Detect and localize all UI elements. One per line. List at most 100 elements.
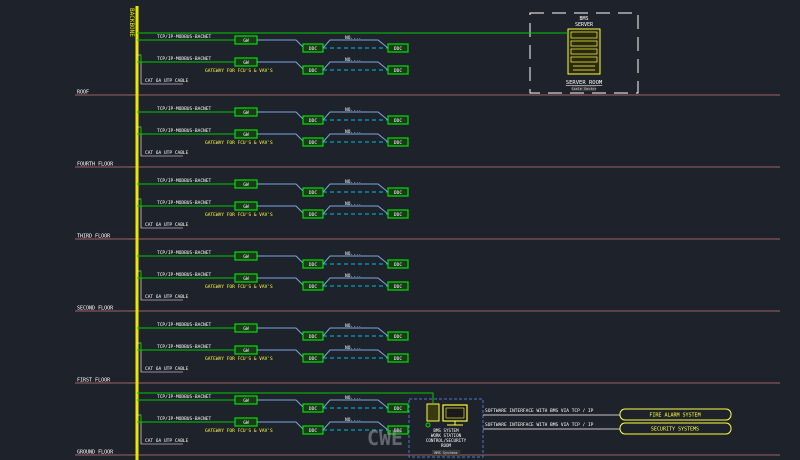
cable-label: CAT 6A UTP CABLE <box>145 78 189 84</box>
cable-label: CAT 6A UTP CABLE <box>145 150 189 156</box>
ddc-device-b: DDC <box>387 353 409 363</box>
ddc-device-a: DDC <box>302 425 324 435</box>
ddc-device-a-label: DDC <box>309 262 317 268</box>
server-title-line2: SERVER <box>575 22 594 28</box>
ddc-device-a-label: DDC <box>309 190 317 196</box>
gateway-device-label: GW <box>243 254 249 260</box>
ddc-device-a: DDC <box>302 43 324 53</box>
ddc-count-label: NO.... <box>345 57 361 63</box>
ddc-device-b: DDC <box>387 187 409 197</box>
ddc-device-a-label: DDC <box>309 46 317 52</box>
tcp-label: TCP/IP-MODBUS-BACNET <box>157 34 211 40</box>
workstation-line-4: ROOM <box>441 443 452 448</box>
gateway-device: GW <box>234 129 258 139</box>
gateway-device: GW <box>234 107 258 117</box>
tcp-label: TCP/IP-MODBUS-BACNET <box>157 128 211 134</box>
gateway-label: GATEWAY FOR FCU'S & VAV'S <box>205 428 273 434</box>
ddc-count-label: NO.... <box>345 395 361 401</box>
server-room-tag: Scale Sector <box>571 87 596 91</box>
ddc-device-a: DDC <box>302 137 324 147</box>
gateway-device: GW <box>234 201 258 211</box>
gateway-device: GW <box>234 179 258 189</box>
interface-label-1: SOFTWARE INTERFACE WITH BMS VIA TCP / IP <box>485 408 594 414</box>
gateway-device-label: GW <box>243 110 249 116</box>
ddc-device-b-label: DDC <box>394 406 402 412</box>
gateway-label: GATEWAY FOR FCU'S & VAV'S <box>205 68 273 74</box>
tcp-label: TCP/IP-MODBUS-BACNET <box>157 200 211 206</box>
gateway-device: GW <box>234 251 258 261</box>
ddc-count-label: NO.... <box>345 201 361 207</box>
gateway-device-label: GW <box>243 348 249 354</box>
ddc-device-a: DDC <box>302 115 324 125</box>
cable-label: CAT 6A UTP CABLE <box>145 294 189 300</box>
ddc-device-b-label: DDC <box>394 46 402 52</box>
tcp-label: TCP/IP-MODBUS-BACNET <box>157 344 211 350</box>
floor-label: THIRD FLOOR <box>77 234 111 240</box>
tcp-label: TCP/IP-MODBUS-BACNET <box>157 272 211 278</box>
gateway-device: GW <box>234 345 258 355</box>
tcp-label: TCP/IP-MODBUS-BACNET <box>157 178 211 184</box>
gateway-device: GW <box>234 395 258 405</box>
ddc-count-label: NO.... <box>345 273 361 279</box>
ddc-device-b: DDC <box>387 403 409 413</box>
ddc-device-b-label: DDC <box>394 118 402 124</box>
ddc-count-label: NO.... <box>345 107 361 113</box>
ddc-device-a: DDC <box>302 331 324 341</box>
ddc-device-b: DDC <box>387 115 409 125</box>
cable-label: CAT 6A UTP CABLE <box>145 366 189 372</box>
gateway-device-label: GW <box>243 182 249 188</box>
ddc-device-a: DDC <box>302 281 324 291</box>
ddc-device-a: DDC <box>302 403 324 413</box>
ddc-device-b: DDC <box>387 331 409 341</box>
ddc-device-b-label: DDC <box>394 190 402 196</box>
ddc-count-label: NO.... <box>345 251 361 257</box>
ddc-device-b: DDC <box>387 137 409 147</box>
ddc-count-label: NO.... <box>345 129 361 135</box>
gateway-device: GW <box>234 323 258 333</box>
ddc-device-a-label: DDC <box>309 406 317 412</box>
ddc-device-b-label: DDC <box>394 68 402 74</box>
ddc-device-a: DDC <box>302 187 324 197</box>
floor-label: FIRST FLOOR <box>77 378 111 384</box>
tcp-label: TCP/IP-MODBUS-BACNET <box>157 56 211 62</box>
ddc-device-a: DDC <box>302 65 324 75</box>
ddc-count-label: NO.... <box>345 35 361 41</box>
gateway-device-label: GW <box>243 398 249 404</box>
gateway-device-label: GW <box>243 326 249 332</box>
gateway-device-label: GW <box>243 132 249 138</box>
floor-label: ROOF <box>77 90 89 96</box>
gateway-label: GATEWAY FOR FCU'S & VAV'S <box>205 212 273 218</box>
gateway-device: GW <box>234 35 258 45</box>
ddc-device-b-label: DDC <box>394 284 402 290</box>
backbone-label: BACKBONE <box>128 8 135 37</box>
floor-label: GROUND FLOOR <box>77 450 114 456</box>
gateway-label: GATEWAY FOR FCU'S & VAV'S <box>205 356 273 362</box>
ddc-count-label: NO.... <box>345 179 361 185</box>
workstation-tag: BMS Systems <box>434 451 457 455</box>
gateway-device: GW <box>234 57 258 67</box>
gateway-device-label: GW <box>243 38 249 44</box>
gateway-device: GW <box>234 273 258 283</box>
ddc-device-b-label: DDC <box>394 334 402 340</box>
watermark: CWE <box>367 426 403 450</box>
tcp-label: TCP/IP-MODBUS-BACNET <box>157 250 211 256</box>
tcp-label: TCP/IP-MODBUS-BACNET <box>157 322 211 328</box>
gateway-label: GATEWAY FOR FCU'S & VAV'S <box>205 140 273 146</box>
bms-riser-diagram: ROOF FOURTH FLOOR THIRD FLOOR SECOND FLOOR F… <box>0 0 800 460</box>
fire-alarm-system-label: FIRE ALARM SYSTEM <box>649 413 700 419</box>
ddc-device-a-label: DDC <box>309 118 317 124</box>
gateway-label: GATEWAY FOR FCU'S & VAV'S <box>205 284 273 290</box>
ddc-device-b-label: DDC <box>394 212 402 218</box>
tcp-label: TCP/IP-MODBUS-BACNET <box>157 106 211 112</box>
ddc-device-b: DDC <box>387 259 409 269</box>
interface-label-2: SOFTWARE INTERFACE WITH BMS VIA TCP / IP <box>485 422 594 428</box>
ddc-device-b: DDC <box>387 43 409 53</box>
tcp-label: TCP/IP-MODBUS-BACNET <box>157 394 211 400</box>
ddc-device-a-label: DDC <box>309 334 317 340</box>
gateway-device-label: GW <box>243 276 249 282</box>
server-room-label: SERVER ROOM <box>566 80 603 86</box>
ddc-count-label: NO.... <box>345 417 361 423</box>
cable-label: CAT 6A UTP CABLE <box>145 222 189 228</box>
security-systems-label: SECURITY SYSTEMS <box>651 427 699 433</box>
ddc-device-b-label: DDC <box>394 356 402 362</box>
